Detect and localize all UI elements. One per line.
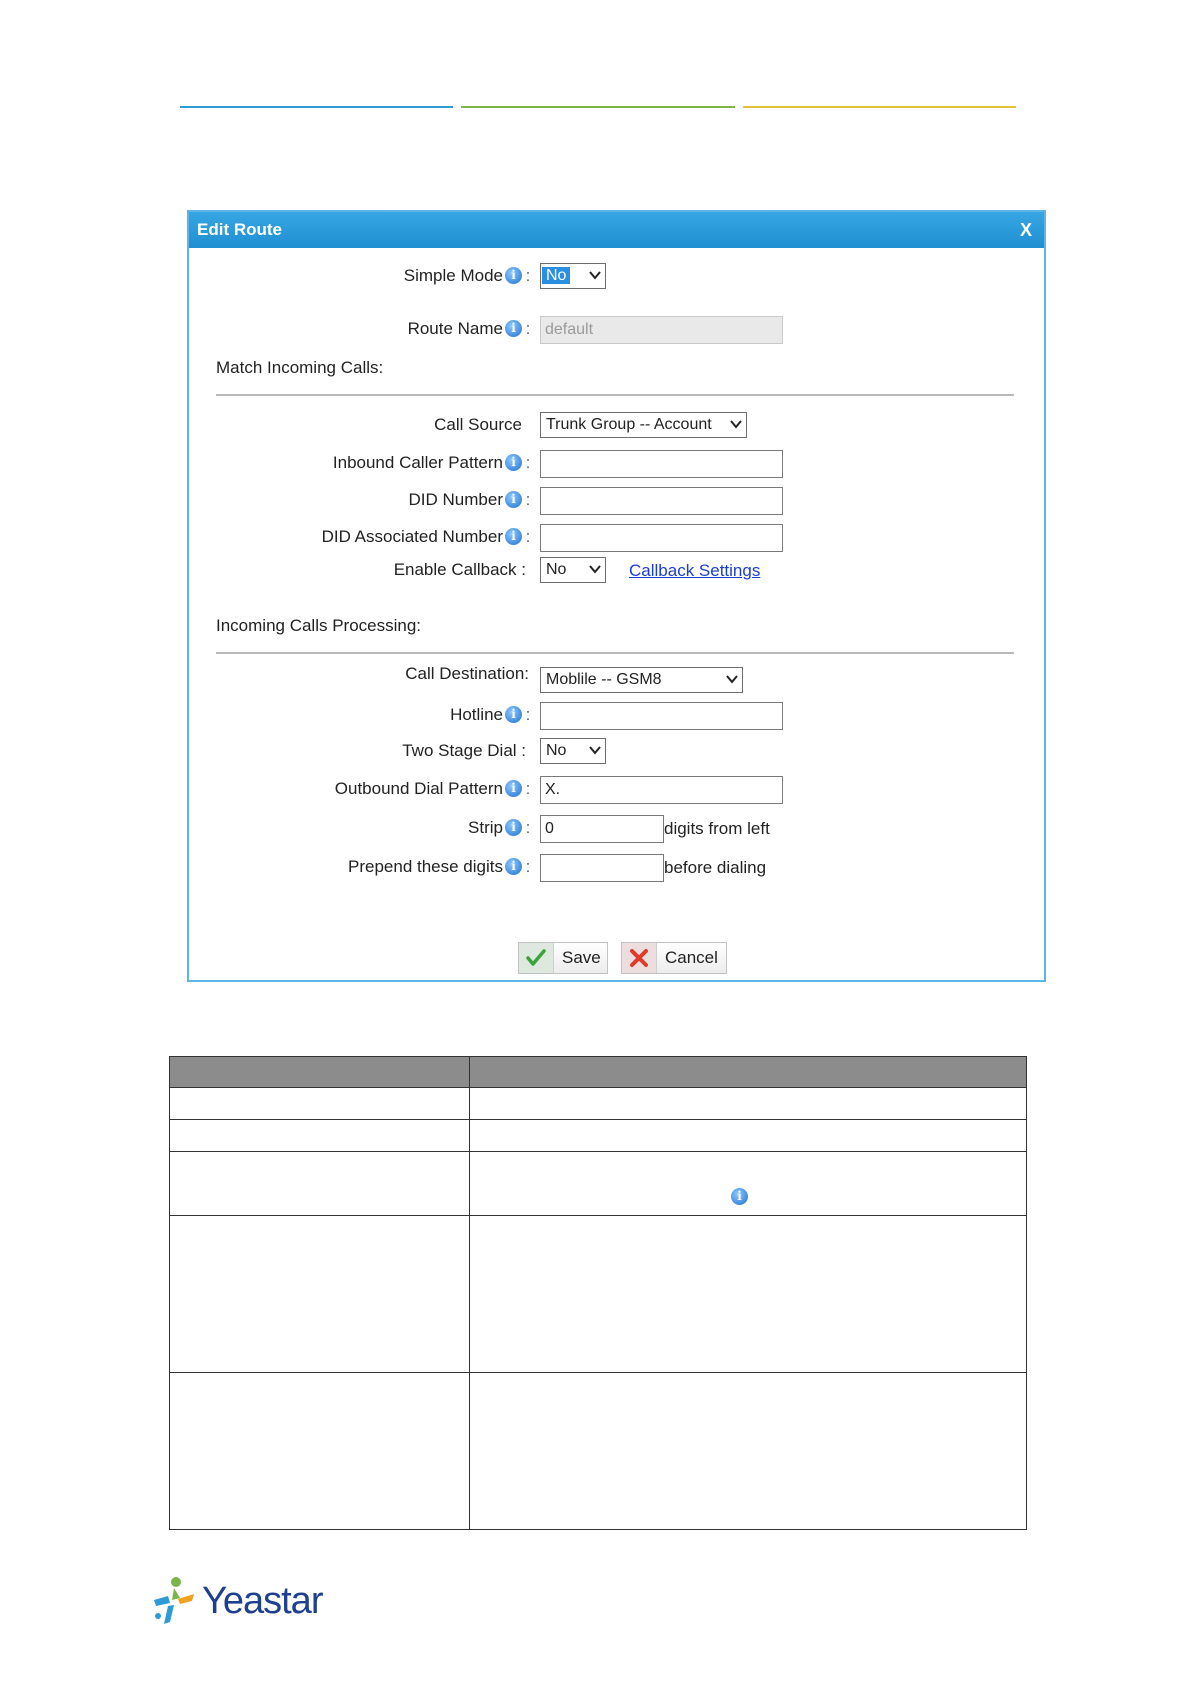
hotline-label: Hotline xyxy=(450,705,503,724)
table-cell xyxy=(469,1119,1027,1152)
info-icon[interactable]: i xyxy=(505,454,522,471)
info-icon[interactable]: i xyxy=(505,858,522,875)
table-cell xyxy=(169,1372,470,1530)
match-incoming-calls-heading: Match Incoming Calls: xyxy=(216,358,384,377)
header-line-green xyxy=(461,106,735,108)
incoming-calls-processing-heading: Incoming Calls Processing: xyxy=(216,616,422,635)
dialog-title: Edit Route xyxy=(197,220,282,239)
enable-callback-select[interactable]: No xyxy=(540,557,606,583)
inbound-caller-pattern-row: Inbound Caller Pattern i: xyxy=(189,448,1044,478)
table-cell: i xyxy=(469,1151,1027,1216)
call-source-select[interactable]: Trunk Group -- Account xyxy=(540,412,747,438)
route-name-label: Route Name xyxy=(407,319,503,338)
hotline-row: Hotline i: xyxy=(189,700,1044,730)
did-associated-number-input[interactable] xyxy=(540,524,783,552)
call-destination-select[interactable]: Moblile -- GSM8 xyxy=(540,667,743,693)
chevron-down-icon xyxy=(589,746,601,755)
prepend-suffix: before dialing xyxy=(664,858,767,877)
did-number-row: DID Number i: xyxy=(189,485,1044,515)
dialog-titlebar: Edit Route X xyxy=(189,212,1044,248)
edit-route-dialog: Edit Route X Simple Mode i: No Route Name… xyxy=(187,210,1046,982)
divider xyxy=(216,394,1014,396)
strip-input[interactable]: 0 xyxy=(540,815,664,843)
outbound-dial-pattern-input[interactable]: X. xyxy=(540,776,783,804)
divider xyxy=(216,652,1014,654)
prepend-row: Prepend these digits i: before dialing xyxy=(189,852,1044,882)
table-cell xyxy=(469,1372,1027,1530)
chevron-down-icon xyxy=(589,565,601,574)
cancel-button[interactable]: Cancel xyxy=(621,942,727,974)
inbound-caller-pattern-label: Inbound Caller Pattern xyxy=(332,453,503,472)
did-number-label: DID Number xyxy=(408,490,503,509)
call-destination-row: Call Destination: Moblile -- GSM8 xyxy=(189,659,1044,693)
table-row xyxy=(169,1119,1027,1152)
strip-label: Strip xyxy=(468,818,503,837)
enable-callback-row: Enable Callback : No Callback Settings xyxy=(189,555,1044,585)
prepend-label: Prepend these digits xyxy=(348,857,503,876)
logo-text: Yeastar xyxy=(202,1579,323,1622)
info-icon[interactable]: i xyxy=(505,706,522,723)
info-icon[interactable]: i xyxy=(505,819,522,836)
simple-mode-label: Simple Mode xyxy=(403,266,503,285)
outbound-dial-pattern-row: Outbound Dial Pattern i: X. xyxy=(189,774,1044,804)
enable-callback-label: Enable Callback : xyxy=(393,560,526,579)
description-table: i xyxy=(169,1056,1027,1530)
header-line-yellow xyxy=(743,106,1016,108)
call-destination-label: Call Destination: xyxy=(405,664,529,683)
header-line-blue xyxy=(180,106,453,108)
hotline-input[interactable] xyxy=(540,702,783,730)
dialog-body: Simple Mode i: No Route Name i: default Ma… xyxy=(189,248,1044,980)
did-associated-number-row: DID Associated Number i: xyxy=(189,522,1044,552)
save-button[interactable]: Save xyxy=(518,942,608,974)
checkmark-icon xyxy=(519,943,554,973)
yeastar-logo: Yeastar xyxy=(152,1576,323,1626)
table-cell xyxy=(169,1215,470,1373)
info-icon[interactable]: i xyxy=(505,320,522,337)
table-header-cell xyxy=(469,1056,1027,1088)
did-number-input[interactable] xyxy=(540,487,783,515)
cross-icon xyxy=(622,943,657,973)
table-cell xyxy=(469,1215,1027,1373)
table-cell xyxy=(169,1119,470,1152)
table-row xyxy=(169,1087,1027,1120)
table-row: i xyxy=(169,1151,1027,1216)
strip-row: Strip i: 0 digits from left xyxy=(189,813,1044,843)
info-icon[interactable]: i xyxy=(505,267,522,284)
two-stage-dial-row: Two Stage Dial : No xyxy=(189,736,1044,766)
info-icon[interactable]: i xyxy=(505,780,522,797)
table-cell xyxy=(169,1087,470,1120)
close-icon[interactable]: X xyxy=(1020,220,1032,241)
table-row xyxy=(169,1215,1027,1373)
did-associated-number-label: DID Associated Number xyxy=(321,527,503,546)
table-header-cell xyxy=(169,1056,470,1088)
two-stage-dial-label: Two Stage Dial : xyxy=(402,741,526,760)
strip-suffix: digits from left xyxy=(664,819,770,838)
yeastar-logo-icon xyxy=(154,1577,194,1624)
info-icon[interactable]: i xyxy=(505,528,522,545)
call-source-row: Call Source Trunk Group -- Account xyxy=(189,410,1044,440)
simple-mode-select[interactable]: No xyxy=(540,263,606,289)
callback-settings-link[interactable]: Callback Settings xyxy=(629,561,760,581)
prepend-input[interactable] xyxy=(540,854,664,882)
two-stage-dial-select[interactable]: No xyxy=(540,738,606,764)
table-row xyxy=(169,1372,1027,1530)
info-icon: i xyxy=(731,1188,748,1205)
info-icon[interactable]: i xyxy=(505,491,522,508)
route-name-row: Route Name i: default xyxy=(189,314,1044,344)
table-cell xyxy=(469,1087,1027,1120)
call-source-label: Call Source xyxy=(434,415,522,434)
chevron-down-icon xyxy=(726,675,738,684)
table-header-row xyxy=(169,1056,1027,1088)
chevron-down-icon xyxy=(730,420,742,429)
inbound-caller-pattern-input[interactable] xyxy=(540,450,783,478)
route-name-input[interactable]: default xyxy=(540,316,783,344)
chevron-down-icon xyxy=(589,271,601,280)
simple-mode-row: Simple Mode i: No xyxy=(189,261,1044,291)
outbound-dial-pattern-label: Outbound Dial Pattern xyxy=(334,779,503,798)
table-cell xyxy=(169,1151,470,1216)
